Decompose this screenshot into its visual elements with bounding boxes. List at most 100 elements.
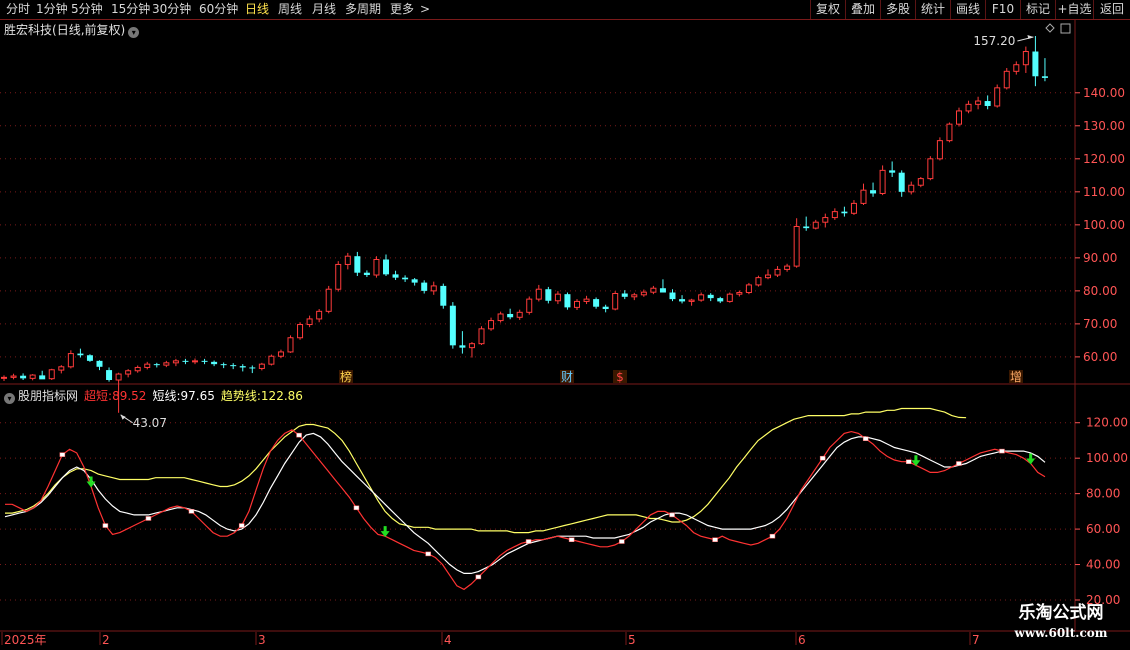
candle-body (449, 305, 456, 346)
candle-body (363, 272, 370, 276)
watermark-url: www.60lt.com (1014, 626, 1108, 640)
date-label: 4 (444, 633, 452, 647)
event-marker: $ (616, 370, 624, 384)
price-tick-label: 130.00 (1083, 119, 1125, 133)
low-arrow-icon (120, 414, 126, 420)
candle-body (440, 285, 447, 306)
date-label: 6 (798, 633, 806, 647)
candle-body (383, 259, 389, 275)
candle-body (402, 277, 409, 280)
candle-body (58, 366, 65, 371)
price-tick-label: 100.00 (1083, 218, 1125, 232)
candle-body (736, 292, 743, 295)
candle-body (1003, 70, 1010, 89)
candle-body (287, 337, 294, 353)
indicator-tick-label: 60.00 (1086, 522, 1120, 536)
candle-body (631, 294, 638, 298)
candle-body (1032, 51, 1039, 77)
candle-body (841, 211, 848, 214)
candle-body (182, 360, 189, 362)
signal-box (769, 533, 776, 539)
candle-body (688, 299, 695, 302)
candle-body (1, 376, 7, 379)
indicator-tick-label: 80.00 (1086, 487, 1120, 501)
signal-box (296, 432, 302, 438)
candle-body (468, 343, 475, 349)
candle-body (20, 375, 27, 379)
signal-box (238, 523, 245, 528)
candle-body (277, 351, 284, 357)
event-marker: 增 (1010, 370, 1022, 384)
candle-body (936, 140, 943, 160)
signal-box (619, 539, 625, 544)
watermark-title: 乐淘公式网 (1018, 603, 1104, 623)
ultra-short-line (5, 429, 1046, 591)
candle-body (774, 268, 781, 276)
candle-body (927, 158, 934, 180)
price-tick-label: 140.00 (1083, 86, 1125, 100)
candle-body (392, 274, 399, 278)
candle-body (67, 353, 74, 368)
candle-body (163, 362, 170, 366)
candle-body (115, 373, 122, 381)
signal-box (669, 512, 675, 518)
candle-body (564, 294, 571, 308)
candle-body (125, 370, 132, 375)
sell-arrow-icon (1026, 453, 1036, 465)
candle-body (478, 328, 485, 345)
low-price-label: 43.07 (133, 416, 167, 430)
candle-body (1013, 64, 1020, 72)
candle-body (516, 311, 523, 318)
candle-body (669, 292, 676, 300)
candle-body (965, 103, 972, 112)
candle-body (172, 360, 179, 364)
high-arrow-icon (1027, 35, 1034, 39)
indicator-tick-label: 40.00 (1086, 558, 1120, 572)
candle-body (201, 360, 208, 362)
candle-body (898, 172, 905, 192)
candle-body (535, 288, 542, 300)
candle-body (554, 293, 561, 302)
diamond-icon (1045, 23, 1055, 33)
price-tick-label: 120.00 (1083, 152, 1125, 166)
candle-body (784, 265, 791, 270)
event-marker: 财 (561, 370, 573, 384)
price-tick-label: 60.00 (1083, 350, 1117, 364)
candle-body (612, 293, 619, 310)
candle-body (411, 279, 418, 283)
candle-body (39, 375, 46, 380)
candle-body (640, 291, 647, 296)
signal-box (59, 452, 66, 457)
candle-body (488, 320, 495, 330)
candle-body (593, 299, 600, 307)
candle-body (421, 282, 428, 291)
date-label: 3 (258, 633, 266, 647)
candle-body (354, 256, 361, 273)
candle-body (726, 293, 733, 302)
signal-box (999, 448, 1005, 454)
indicator-tick-label: 120.00 (1086, 416, 1128, 430)
candle-body (860, 189, 867, 204)
indicator-tick-label: 100.00 (1086, 451, 1128, 465)
candle-body (1041, 76, 1048, 78)
price-tick-label: 110.00 (1083, 185, 1125, 199)
candle-body (430, 285, 437, 292)
chart-area[interactable]: 140.00 130.00 120.00 110.00 100.00 90.00 80.00… (0, 0, 1130, 650)
candle-body (211, 361, 218, 365)
candle-body (325, 288, 332, 312)
candle-body (344, 255, 351, 265)
watermark: 乐淘公式网 www.60lt.com (996, 602, 1126, 646)
candle-body (249, 367, 256, 369)
price-tick-label: 80.00 (1083, 284, 1117, 298)
event-marker: 榜 (340, 369, 352, 384)
candle-body (956, 110, 962, 125)
candle-body (297, 324, 304, 339)
candle-body (879, 169, 886, 194)
panel-toggle-icon (1060, 23, 1071, 34)
signal-box (862, 436, 869, 441)
candle-body (106, 370, 113, 380)
candle-body (507, 313, 514, 318)
signal-box (425, 551, 431, 557)
signal-box (188, 509, 195, 514)
candle-body (268, 355, 275, 365)
